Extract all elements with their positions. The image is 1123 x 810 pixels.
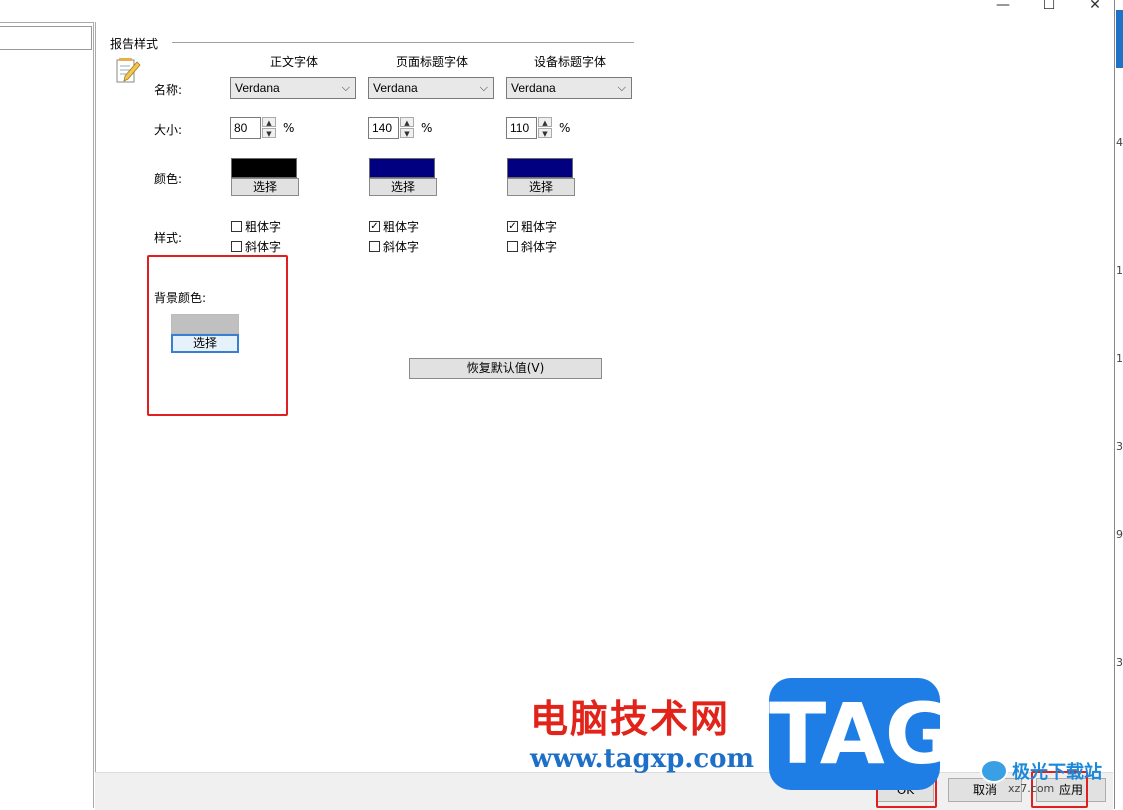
checkbox-icon: ✓ [369,221,380,232]
restore-defaults-button[interactable]: 恢复默认值(V) [409,358,602,379]
percent-label: % [421,121,433,135]
highlight-box-background-color [147,255,288,416]
watermark-corner-subtext: xz7.com [1008,782,1055,795]
device-title-bold-checkbox[interactable]: ✓ 粗体字 [507,218,557,235]
page-title-font-size-stepper[interactable]: ▲ ▼ [400,117,414,139]
spin-up-icon[interactable]: ▲ [400,117,414,127]
checkbox-icon [231,221,242,232]
body-font-color-pick-button[interactable]: 选择 [231,178,299,196]
checkbox-icon [231,241,242,252]
column-header-device-title-font: 设备标题字体 [533,55,606,69]
watermark-corner: 极光下载站 xz7.com [980,758,1102,795]
background-text-fragment: 9 [1116,528,1123,541]
watermark-logo-icon [980,759,1008,783]
checkbox-icon: ✓ [507,221,518,232]
bold-label: 粗体字 [245,220,282,234]
body-font-color-swatch [231,158,297,178]
bold-label: 粗体字 [521,220,558,234]
row-label-size: 大小: [154,123,183,137]
left-pane [0,22,94,808]
spin-up-icon[interactable]: ▲ [262,117,276,127]
body-font-value: Verdana [235,81,280,95]
column-header-body-font: 正文字体 [269,55,318,69]
page-title-bold-checkbox[interactable]: ✓ 粗体字 [369,218,419,235]
body-font-select[interactable]: Verdana ⌵ [230,77,356,99]
background-window-accent [1116,10,1123,68]
page-title-font-color-pick-button[interactable]: 选择 [369,178,437,196]
page-title-font-color-swatch [369,158,435,178]
column-header-page-title-font: 页面标题字体 [395,55,468,69]
spin-down-icon[interactable]: ▼ [400,128,414,138]
chevron-down-icon: ⌵ [341,82,350,94]
checkbox-icon [507,241,518,252]
group-title: 报告样式 [110,37,159,51]
background-window-strip [1114,0,1123,809]
device-title-font-select[interactable]: Verdana ⌵ [506,77,632,99]
percent-label: % [559,121,571,135]
background-text-fragment: 4 [1116,136,1123,149]
body-font-size-stepper[interactable]: ▲ ▼ [262,117,276,139]
spin-down-icon[interactable]: ▼ [262,128,276,138]
page-title-italic-checkbox[interactable]: 斜体字 [369,238,419,255]
watermark-corner-text: 极光下载站 [1012,762,1102,783]
percent-label: % [283,121,295,135]
background-text-fragment: 1 [1116,352,1123,365]
device-title-font-size-stepper[interactable]: ▲ ▼ [538,117,552,139]
minimize-button[interactable]: — [980,0,1026,12]
body-italic-checkbox[interactable]: 斜体字 [231,238,281,255]
italic-label: 斜体字 [383,240,420,254]
device-title-font-size-input[interactable]: 110 [506,117,537,139]
maximize-button[interactable]: ☐ [1026,0,1072,12]
notepad-pencil-icon [114,56,142,86]
italic-label: 斜体字 [521,240,558,254]
device-title-font-color-pick-button[interactable]: 选择 [507,178,575,196]
bold-label: 粗体字 [383,220,420,234]
body-font-size-input[interactable]: 80 [230,117,261,139]
checkbox-icon [369,241,380,252]
watermark-site-name: 电脑技术网 [530,697,731,741]
spin-down-icon[interactable]: ▼ [538,128,552,138]
chevron-down-icon: ⌵ [617,82,626,94]
background-text-fragment: 1 [1116,264,1123,277]
row-label-color: 颜色: [154,172,183,186]
watermark-url: www.tagxp.com [530,744,755,774]
chevron-down-icon: ⌵ [479,82,488,94]
page-title-font-select[interactable]: Verdana ⌵ [368,77,494,99]
group-divider [172,42,634,43]
watermark-tag-logo: TAG [769,678,954,790]
background-text-fragment: 3 [1116,656,1123,669]
page-title-font-size-input[interactable]: 140 [368,117,399,139]
body-bold-checkbox[interactable]: 粗体字 [231,218,281,235]
row-label-name: 名称: [154,83,183,97]
italic-label: 斜体字 [245,240,282,254]
close-button[interactable]: ✕ [1072,0,1118,12]
device-title-font-value: Verdana [511,81,556,95]
device-title-font-color-swatch [507,158,573,178]
spin-up-icon[interactable]: ▲ [538,117,552,127]
background-text-fragment: 3 [1116,440,1123,453]
device-title-italic-checkbox[interactable]: 斜体字 [507,238,557,255]
left-pane-field[interactable] [0,26,92,50]
row-label-style: 样式: [154,231,183,245]
page-title-font-value: Verdana [373,81,418,95]
